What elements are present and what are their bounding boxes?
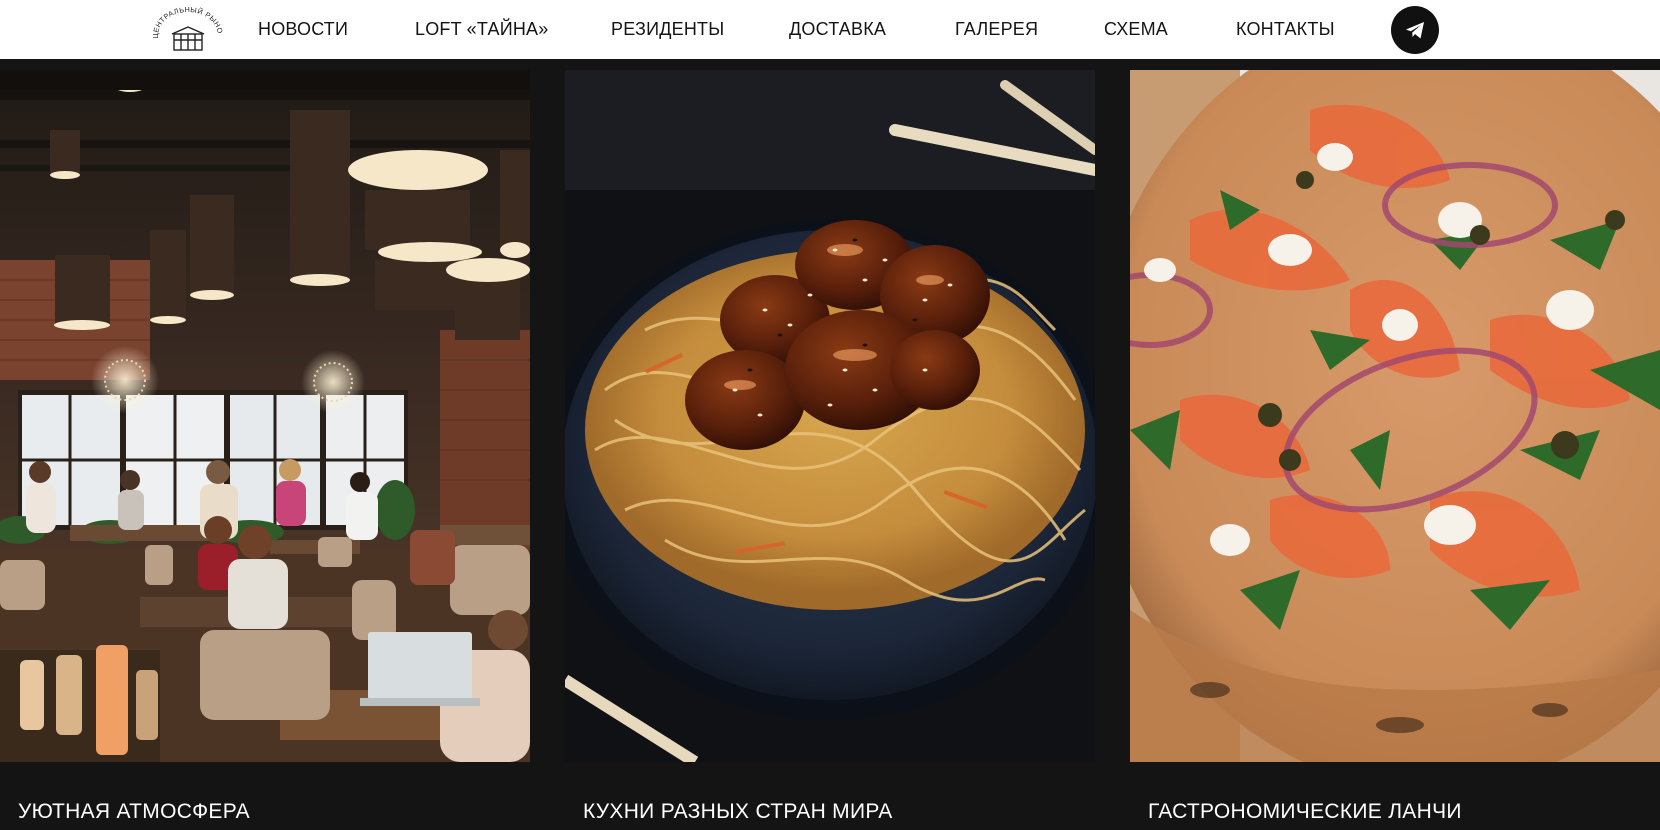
gallery-caption-atmosphere: УЮТНАЯ АТМОСФЕРА xyxy=(18,800,250,823)
nav-item-gallery[interactable]: ГАЛЕРЕЯ xyxy=(955,19,1038,40)
nav-item-delivery[interactable]: ДОСТАВКА xyxy=(789,19,886,40)
telegram-button[interactable] xyxy=(1391,6,1439,54)
gallery-caption-lunches: ГАСТРОНОМИЧЕСКИЕ ЛАНЧИ xyxy=(1148,800,1462,823)
nav-item-contacts[interactable]: КОНТАКТЫ xyxy=(1236,19,1335,40)
telegram-icon xyxy=(1406,22,1424,39)
gallery-card-lunches[interactable] xyxy=(1130,70,1660,762)
noodles-with-glazed-meat-photo xyxy=(565,70,1095,762)
site-header: ЦЕНТРАЛЬНЫЙ РЫНОК НОВОСТИ LOFT «ТАЙНА» Р… xyxy=(0,0,1660,59)
market-building-icon: ЦЕНТРАЛЬНЫЙ РЫНОК xyxy=(150,6,225,51)
nav-item-residents[interactable]: РЕЗИДЕНТЫ xyxy=(611,19,724,40)
nav-item-news[interactable]: НОВОСТИ xyxy=(258,19,348,40)
restaurant-interior-photo xyxy=(0,70,530,762)
salmon-pizza-photo xyxy=(1130,70,1660,762)
gallery-card-atmosphere[interactable] xyxy=(0,70,530,762)
gallery-card-cuisines[interactable] xyxy=(565,70,1095,762)
nav-item-loft[interactable]: LOFT «ТАЙНА» xyxy=(415,19,548,40)
nav-item-scheme[interactable]: СХЕМА xyxy=(1104,19,1168,40)
gallery-caption-cuisines: КУХНИ РАЗНЫХ СТРАН МИРА xyxy=(583,800,893,823)
logo[interactable]: ЦЕНТРАЛЬНЫЙ РЫНОК xyxy=(150,6,226,52)
